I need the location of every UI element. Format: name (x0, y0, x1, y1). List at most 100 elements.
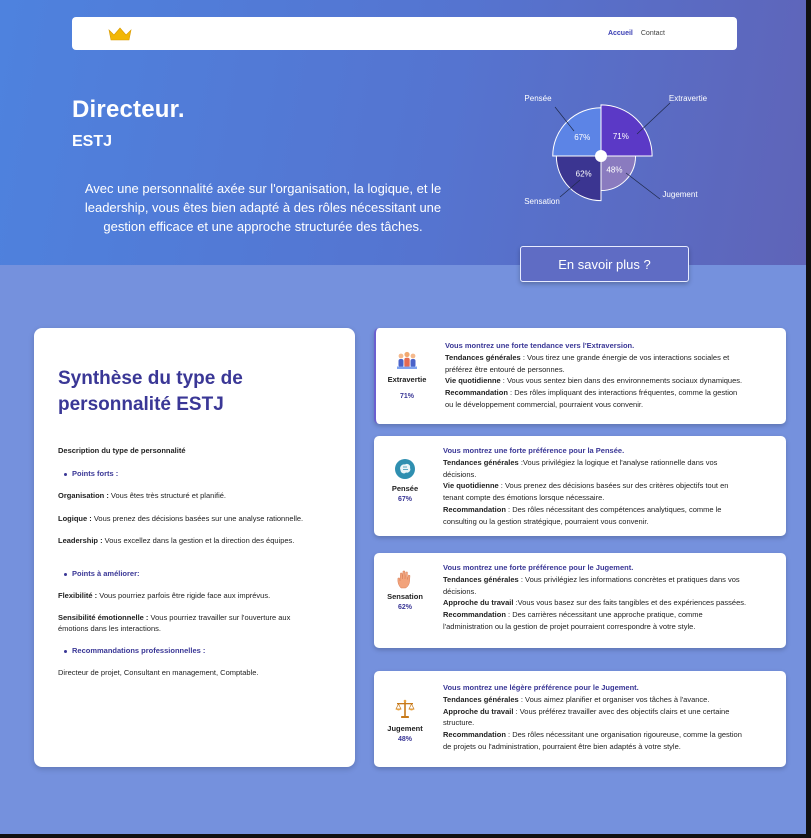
improvement-label: Sensibilité émotionnelle : (58, 613, 149, 622)
improvement-text: Vous pourriez parfois être rigide face a… (97, 591, 271, 600)
trait-card-jugement: Jugement 48% Vous montrez une légère pré… (374, 671, 786, 767)
strengths-heading-label: Points forts : (72, 469, 119, 478)
trait-line: tenant compte des émotions lorsque néces… (443, 492, 783, 504)
trait-line-label: Recommandation (445, 388, 508, 398)
trait-line: décisions. (443, 586, 783, 598)
trait-line-label: Vie quotidienne (445, 376, 501, 386)
trait-line-text: ou le développement commercial, pourraie… (445, 399, 644, 409)
bullet-icon (64, 472, 67, 476)
trait-line: l'administration ou la gestion de projet… (443, 621, 783, 633)
scales-icon (395, 699, 415, 718)
trait-line: consulting ou la gestion stratégique, po… (443, 516, 783, 528)
trait-line-text: :Vous privilégiez la logique et l'analys… (518, 457, 718, 467)
trait-content: Vous montrez une forte préférence pour l… (443, 445, 783, 528)
strength-item: Logique : Vous prenez des décisions basé… (58, 514, 303, 523)
navbar: Accueil Contact (72, 17, 737, 50)
trait-line: Recommandation : Des rôles nécessitant d… (443, 504, 783, 516)
pie-category-label: Sensation (524, 197, 560, 206)
trait-line: Approche du travail :Vous vous basez sur… (443, 597, 783, 609)
pie-value-label: 48% (606, 165, 622, 174)
hero-description: Avec une personnalité axée sur l'organis… (84, 181, 442, 234)
improvement-item-continued: émotions dans les interactions. (58, 624, 161, 633)
pie-value-label: 71% (613, 132, 629, 141)
strength-item: Leadership : Vous excellez dans la gesti… (58, 536, 294, 545)
improvement-item: Sensibilité émotionnelle : Vous pourriez… (58, 613, 290, 622)
trait-line-label: Recommandation (443, 610, 506, 620)
trait-headline: Vous montrez une forte tendance vers l'E… (445, 341, 635, 350)
trait-card-extravertie: Extravertie 71% Vous montrez une forte t… (374, 328, 786, 424)
careers-text: Directeur de projet, Consultant en manag… (58, 668, 259, 677)
nav-link-contact[interactable]: Contact (641, 30, 665, 37)
trait-line-label: Recommandation (443, 730, 506, 740)
improvement-item: Flexibilité : Vous pourriez parfois être… (58, 591, 270, 600)
improvements-heading-label: Points à améliorer: (72, 569, 140, 578)
trait-headline: Vous montrez une forte préférence pour l… (443, 563, 634, 572)
trait-line: Recommandation : Des carrières nécessita… (443, 609, 783, 621)
trait-percent: 62% (397, 604, 412, 611)
trait-line: Tendances générales : Vous tirez une gra… (445, 352, 785, 364)
strength-text: Vous excellez dans la gestion et la dire… (102, 536, 295, 545)
trait-percent: 48% (397, 736, 412, 743)
personality-type: ESTJ (72, 133, 113, 150)
page-title: Directeur. (72, 96, 185, 123)
trait-line-label: Approche du travail (443, 706, 514, 716)
summary-card: Synthèse du type de personnalité ESTJ De… (34, 328, 355, 767)
brain-icon (395, 459, 415, 479)
trait-line-text: : Des carrières nécessitant une approche… (505, 610, 703, 620)
improvements-heading: Points à améliorer: (64, 569, 140, 578)
trait-line-text: : Vous prenez des décisions basées sur d… (498, 481, 729, 491)
trait-line: Recommandation : Des rôles nécessitant u… (443, 729, 783, 741)
trait-line: Vie quotidienne : Vous vous sentez bien … (445, 375, 785, 387)
trait-card-pensee: Pensée 67% Vous montrez une forte préfér… (374, 436, 786, 536)
trait-line-text: : Vous préférez travailler avec des obje… (513, 706, 730, 716)
pie-value-label: 67% (574, 133, 590, 142)
trait-line: décisions. (443, 469, 783, 481)
pie-category-label: Jugement (662, 190, 698, 199)
trait-line-text: :Vous vous basez sur des faits tangibles… (513, 598, 747, 608)
pie-slice-pensée (552, 107, 602, 157)
trait-card-sensation: Sensation 62% Vous montrez une forte pré… (374, 553, 786, 648)
trait-line-text: décisions. (443, 586, 477, 596)
personality-chart: 71% Extravertie 48% Jugement 62% Sensation 67%… (524, 94, 707, 206)
trait-line-text: : Vous tirez une grande énergie de vos i… (520, 352, 730, 362)
hero-section: Accueil Contact Directeur. ESTJ Avec une… (0, 0, 806, 265)
strength-text: Vous prenez des décisions basées sur une… (91, 514, 304, 523)
trait-line: préférez être entouré de personnes. (445, 364, 785, 376)
trait-content: Vous montrez une légère préférence pour … (443, 682, 783, 753)
trait-line-text: : Des rôles nécessitant des compétences … (505, 504, 722, 514)
trait-percent: 67% (397, 496, 412, 503)
crown-icon[interactable] (108, 27, 132, 41)
pie-leader-line (625, 172, 661, 200)
trait-line-text: tenant compte des émotions lorsque néces… (443, 493, 605, 503)
trait-name: Pensée (391, 484, 419, 493)
hand-icon (397, 570, 411, 589)
pie-center-dot (595, 150, 607, 162)
trait-line-label: Tendances générales (443, 574, 519, 584)
trait-percent: 71% (399, 393, 414, 400)
careers-heading-label: Recommandations professionnelles : (72, 646, 206, 655)
trait-line-label: Tendances générales (443, 457, 519, 467)
bullet-icon (64, 649, 67, 653)
trait-line-label: Recommandation (443, 504, 506, 514)
trait-line: Approche du travail : Vous préférez trav… (443, 706, 783, 718)
learn-more-button[interactable]: En savoir plus ? (520, 246, 689, 282)
trait-line-text: : Vous privilégiez les informations conc… (518, 574, 740, 584)
trait-line: ou le développement commercial, pourraie… (445, 399, 785, 411)
trait-line-label: Tendances générales (445, 352, 521, 362)
trait-headline: Vous montrez une légère préférence pour … (443, 683, 639, 692)
strength-label: Logique : (58, 514, 92, 523)
nav-link-accueil[interactable]: Accueil (608, 30, 633, 37)
people-icon (397, 351, 417, 369)
trait-line: Tendances générales : Vous privilégiez l… (443, 574, 783, 586)
trait-line-label: Approche du travail (443, 598, 514, 608)
trait-name: Sensation (387, 592, 423, 601)
trait-line-text: : Des rôles impliquant des interactions … (507, 388, 738, 398)
strength-label: Organisation : (58, 491, 109, 500)
pie-leader-line (636, 102, 671, 135)
trait-line: Vie quotidienne : Vous prenez des décisi… (443, 480, 783, 492)
strength-text: Vous êtes très structuré et planifié. (108, 491, 226, 500)
summary-title: Synthèse du type de personnalité ESTJ (58, 368, 243, 415)
trait-name: Jugement (387, 724, 423, 733)
trait-line-text: structure. (443, 718, 475, 728)
strengths-heading: Points forts : (64, 469, 118, 478)
